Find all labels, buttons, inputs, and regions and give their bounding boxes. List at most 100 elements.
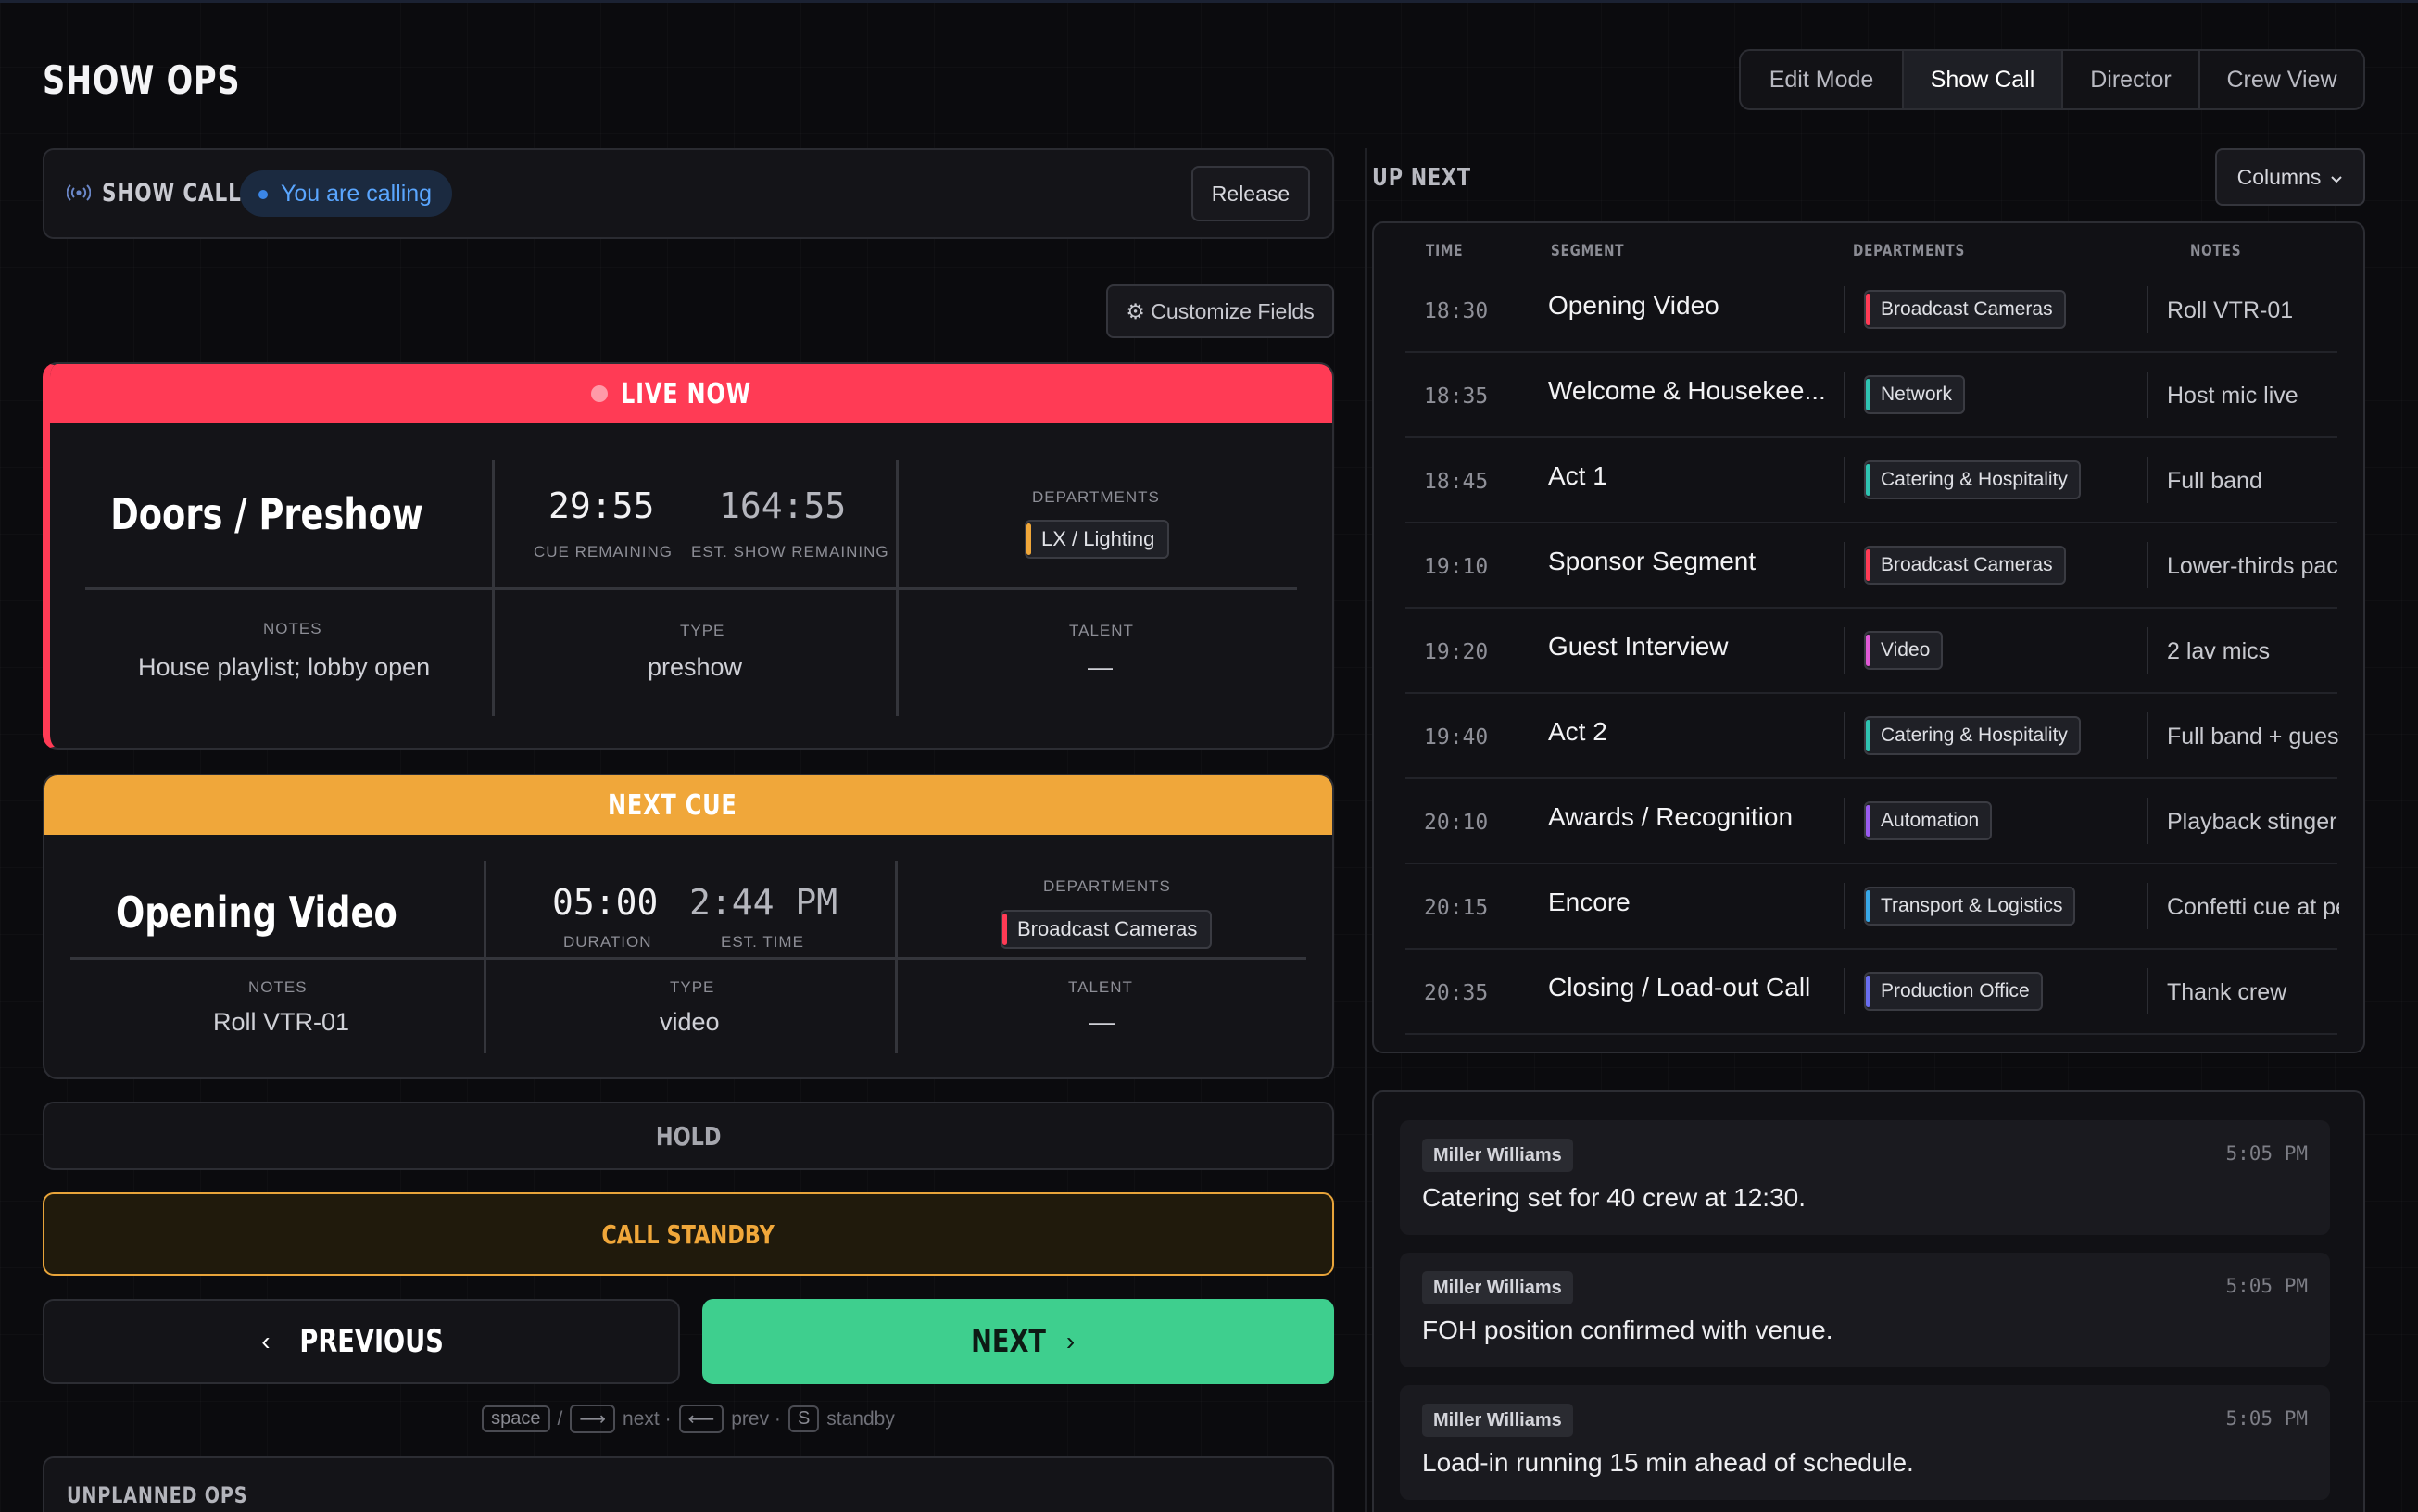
- message-author: Miller Williams: [1422, 1271, 1573, 1304]
- previous-button[interactable]: ‹ PREVIOUS: [43, 1299, 680, 1384]
- row-notes: Lower-thirds pack: [2167, 553, 2339, 579]
- live-talent: —: [1088, 653, 1113, 681]
- top-accent-line: [0, 0, 2418, 3]
- row-time: 20:35: [1424, 981, 1489, 1005]
- divider: [2147, 286, 2148, 333]
- talent-label: TALENT: [1068, 978, 1133, 996]
- live-cue-card: LIVE NOW Doors / Preshow 29:55 CUE REMAI…: [43, 362, 1334, 750]
- table-row[interactable]: 20:15 Encore Transport & Logistics Confetti…: [1405, 864, 2339, 950]
- row-department-tag: Video: [1864, 631, 1944, 670]
- table-row[interactable]: 20:35 Closing / Load-out Call Production O…: [1405, 950, 2337, 1035]
- message-time: 5:05 PM: [2225, 1275, 2308, 1297]
- up-next-label: UP NEXT: [1372, 164, 1471, 192]
- department-tag: LX / Lighting: [1025, 520, 1170, 559]
- message-text: FOH position confirmed with venue.: [1422, 1316, 1833, 1344]
- view-crew-view-button[interactable]: Crew View: [2200, 51, 2363, 108]
- unplanned-ops-panel: UNPLANNED OPS: [43, 1456, 1334, 1512]
- next-cue-card: NEXT CUE Opening Video 05:00 DURATION 2:…: [43, 774, 1334, 1079]
- message-item: Miller Williams 5:05 PM FOH position con…: [1400, 1253, 2330, 1367]
- customize-fields-button[interactable]: ⚙ Customize Fields: [1106, 284, 1334, 338]
- divider: [70, 957, 1306, 960]
- divider: [1844, 798, 1845, 844]
- next-est-time: 2:44 PM: [689, 882, 838, 923]
- divider: [1844, 286, 1845, 333]
- row-department-tag: Catering & Hospitality: [1864, 460, 2081, 499]
- row-segment: Sponsor Segment: [1548, 547, 1757, 575]
- right-arrow-key-icon: ⟶: [570, 1405, 616, 1433]
- row-department-tag: Catering & Hospitality: [1864, 716, 2081, 755]
- table-row[interactable]: 19:20 Guest Interview Video 2 lav mics: [1405, 609, 2337, 694]
- message-author: Miller Williams: [1422, 1404, 1573, 1437]
- column-divider[interactable]: [1365, 148, 1367, 1512]
- row-segment: Welcome & Housekee...: [1548, 376, 1826, 405]
- divider: [2147, 542, 2148, 588]
- up-next-table: TIME SEGMENT DEPARTMENTS NOTES 18:30 Open…: [1372, 221, 2365, 1053]
- call-standby-button[interactable]: CALL STANDBY: [43, 1192, 1334, 1276]
- show-caller-bar: SHOW CALLER You are calling Release: [43, 148, 1334, 239]
- row-notes: Playback stinger: [2167, 809, 2337, 835]
- live-show-remaining: 164:55: [719, 485, 847, 526]
- row-time: 20:15: [1424, 896, 1489, 920]
- live-now-header: LIVE NOW: [50, 364, 1332, 423]
- divider: [2147, 627, 2148, 674]
- app-title: SHOW OPS: [43, 57, 241, 103]
- departments-label: DEPARTMENTS: [1032, 488, 1160, 506]
- table-row[interactable]: 18:30 Opening Video Broadcast Cameras Roll …: [1405, 268, 2337, 353]
- message-text: Catering set for 40 crew at 12:30.: [1422, 1183, 1806, 1212]
- next-talent: —: [1089, 1008, 1115, 1036]
- est-time-label: EST. TIME: [721, 933, 804, 951]
- row-segment: Opening Video: [1548, 291, 1719, 320]
- table-row[interactable]: 18:35 Welcome & Housekee... Network Host mi…: [1405, 353, 2337, 438]
- calling-status-badge: You are calling: [240, 170, 453, 217]
- table-row[interactable]: 19:10 Sponsor Segment Broadcast Cameras Low…: [1405, 523, 2339, 609]
- message-author: Miller Williams: [1422, 1139, 1573, 1172]
- left-arrow-key-icon: ⟵: [678, 1405, 724, 1433]
- divider: [2147, 798, 2148, 844]
- cue-remaining-label: CUE REMAINING: [534, 543, 673, 561]
- row-time: 19:10: [1424, 555, 1489, 579]
- table-row[interactable]: 19:40 Act 2 Catering & Hospitality Full ban…: [1405, 694, 2339, 779]
- message-item: Miller Williams 5:05 PM Load-in running …: [1400, 1385, 2330, 1500]
- divider: [2147, 372, 2148, 418]
- row-segment: Encore: [1548, 888, 1631, 916]
- column-header-notes: NOTES: [2190, 242, 2242, 260]
- row-time: 18:35: [1424, 384, 1489, 409]
- row-notes: Confetti cue at pe: [2167, 894, 2339, 920]
- next-type: video: [660, 1008, 720, 1036]
- view-director-button[interactable]: Director: [2063, 51, 2200, 108]
- departments-label: DEPARTMENTS: [1043, 877, 1171, 895]
- view-edit-mode-button[interactable]: Edit Mode: [1741, 51, 1904, 108]
- table-row[interactable]: 18:45 Act 1 Catering & Hospitality Full ban…: [1405, 438, 2337, 523]
- row-notes: Full band: [2167, 468, 2262, 494]
- message-time: 5:05 PM: [2225, 1407, 2308, 1430]
- divider: [2147, 883, 2148, 929]
- divider: [1844, 712, 1845, 759]
- table-row[interactable]: 20:10 Awards / Recognition Automation Playb…: [1405, 779, 2337, 864]
- divider: [1844, 883, 1845, 929]
- divider: [1844, 627, 1845, 674]
- department-tag: Broadcast Cameras: [1001, 910, 1213, 949]
- row-segment: Act 2: [1548, 717, 1607, 746]
- view-show-call-button[interactable]: Show Call: [1904, 51, 2063, 108]
- divider: [1844, 968, 1845, 1014]
- live-notes: House playlist; lobby open: [138, 653, 431, 681]
- divider: [1844, 372, 1845, 418]
- column-header-departments: DEPARTMENTS: [1853, 242, 1966, 260]
- row-notes: Roll VTR-01: [2167, 297, 2294, 323]
- row-time: 19:20: [1424, 640, 1489, 664]
- row-department-tag: Production Office: [1864, 972, 2043, 1011]
- row-time: 18:30: [1424, 299, 1489, 323]
- columns-button[interactable]: Columns: [2215, 148, 2365, 206]
- hold-button[interactable]: HOLD: [43, 1102, 1334, 1170]
- row-notes: 2 lav mics: [2167, 638, 2271, 664]
- divider: [1844, 457, 1845, 503]
- row-department-tag: Network: [1864, 375, 1966, 414]
- row-department-tag: Broadcast Cameras: [1864, 546, 2066, 585]
- live-cue-remaining: 29:55: [548, 485, 655, 526]
- next-button[interactable]: NEXT ›: [702, 1299, 1334, 1384]
- message-time: 5:05 PM: [2225, 1142, 2308, 1165]
- chevron-left-icon: ‹: [261, 1327, 271, 1355]
- column-header-time: TIME: [1426, 242, 1464, 260]
- release-button[interactable]: Release: [1191, 166, 1310, 221]
- row-segment: Closing / Load-out Call: [1548, 973, 1811, 1002]
